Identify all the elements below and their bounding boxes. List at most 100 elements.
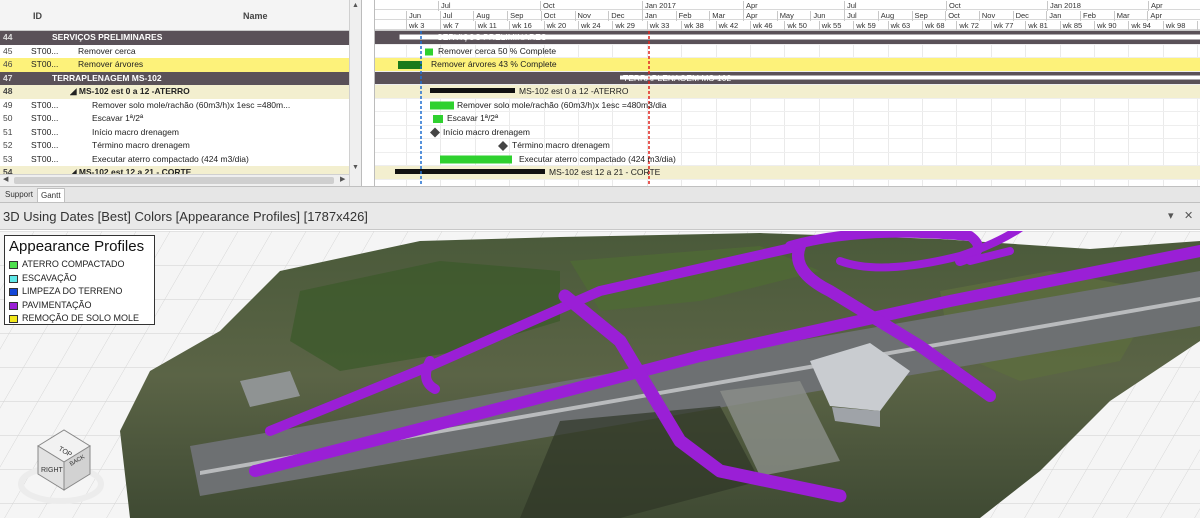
timescale-week: wk 85 [1059,21,1082,31]
task-name[interactable]: Executar aterro compactado (424 m3/dia) [92,153,348,166]
task-name[interactable]: Escavar 1ª/2ª [92,112,348,125]
task-id: ST00... [31,126,59,137]
gantt-chart[interactable]: Jul Oct Jan 2017 Apr Jul Oct Jan 2018 Apr Jun Ju… [374,0,1200,186]
timescale-week: wk 24 [578,21,601,31]
row-number: 44 [3,32,13,42]
task-bar[interactable] [398,61,422,69]
task-id: ST00... [31,99,59,110]
gantt-bar-label: Executar aterro compactado (424 m3/dia) [519,153,676,164]
timescale-week: wk 90 [1094,21,1117,31]
legend-label: PAVIMENTAÇÃO [22,299,92,310]
row-number: 48 [3,86,13,96]
table-horizontal-scrollbar[interactable]: ◀ ▶ [0,174,349,186]
tab-support[interactable]: Support [2,188,36,202]
timescale-week: wk 33 [646,21,669,31]
table-row[interactable]: 52 ST00... Término macro drenagem [0,139,360,153]
task-table: ID Name 44 SERVIÇOS PRELIMINARES 45 ST00...… [0,0,362,186]
timescale-week: wk 72 [956,21,979,31]
gantt-timescale: Jul Oct Jan 2017 Apr Jul Oct Jan 2018 Apr Jun Ju… [375,0,1200,31]
milestone-diamond[interactable] [430,127,440,138]
timescale-week: wk 50 [784,21,807,31]
table-row[interactable]: 51 ST00... Início macro drenagem [0,126,360,140]
table-row[interactable]: 48 ◢ MS-102 est 0 a 12 -ATERRO [0,85,360,99]
legend-title: Appearance Profiles [9,238,145,255]
task-name[interactable]: Remover árvores [78,58,348,71]
task-id: ST00... [31,45,59,56]
task-id: ST00... [31,59,59,69]
task-name[interactable]: Remover solo mole/rachão (60m3/h)x 1esc … [92,99,348,112]
row-number: 51 [3,126,13,137]
legend-label: ATERRO COMPACTADO [22,259,125,269]
task-name[interactable]: ◢ MS-102 est 0 a 12 -ATERRO [70,85,348,98]
task-bar[interactable] [440,155,512,164]
milestone-diamond[interactable] [498,141,508,151]
gantt-bar-label: TERRAPLENAGEM MS-102 [623,72,732,83]
timescale-week: wk 46 [750,21,773,31]
task-name[interactable]: TERRAPLENAGEM MS-102 [52,72,348,85]
task-name[interactable]: SERVIÇOS PRELIMINARES [52,31,348,44]
timescale-week: wk 81 [1025,21,1048,31]
table-row[interactable]: 53 ST00... Executar aterro compactado (424… [0,153,360,167]
column-header-name[interactable]: Name [243,11,268,21]
task-name[interactable]: Término macro drenagem [92,139,348,152]
gantt-bar-label: MS-102 est 0 a 12 -ATERRO [519,86,629,96]
legend-label: LIMPEZA DO TERRENO [22,286,123,296]
task-bar[interactable] [433,115,443,123]
legend-label: REMOÇÃO DE SOLO MOLE [22,313,140,323]
timescale-week: wk 38 [681,21,704,31]
scroll-down-icon[interactable]: ▼ [352,164,359,171]
view-cube[interactable]: TOP RIGHT BACK [16,424,106,510]
task-name[interactable]: Remover cerca [78,45,348,58]
timescale-week: wk 16 [509,21,532,31]
timescale-week: wk 98 [1162,21,1185,31]
legend-swatch [9,261,18,269]
view-title: 3D Using Dates [Best] Colors [Appearance… [3,209,368,224]
table-row[interactable]: 47 TERRAPLENAGEM MS-102 [0,71,360,85]
table-row[interactable]: 46 ST00... Remover árvores [0,58,360,72]
pin-icon[interactable]: ▾ [1168,209,1174,222]
bottom-tabs: Support Gantt [0,186,1200,203]
gantt-bar-label: Escavar 1ª/2ª [447,113,499,123]
gantt-bar-label: Início macro drenagem [443,126,530,137]
timescale-week: wk 77 [990,21,1013,31]
row-number: 46 [3,59,13,69]
task-id: ST00... [31,113,59,123]
task-bar[interactable] [430,101,454,110]
task-bar[interactable] [425,48,433,56]
legend-swatch [9,301,18,310]
tab-gantt[interactable]: Gantt [37,188,65,202]
timescale-week: wk 68 [922,21,945,31]
gantt-bar-label: Remover cerca 50 % Complete [438,45,557,56]
table-row[interactable]: 45 ST00... Remover cerca [0,45,360,59]
column-header-id[interactable]: ID [33,11,42,21]
legend-swatch [9,315,18,323]
timescale-week: wk 7 [440,21,459,31]
legend-label: ESCAVAÇÃO [22,272,77,283]
timescale-week: wk 63 [887,21,910,31]
gantt-bar-label: MS-102 est 12 a 21 - CORTE [549,167,661,177]
row-number: 49 [3,99,13,110]
row-number: 50 [3,113,13,123]
scroll-right-icon[interactable]: ▶ [340,175,345,183]
timescale-week: wk 3 [406,21,424,31]
timescale-week: wk 94 [1128,21,1151,31]
3d-scene[interactable] [0,231,1200,518]
timescale-week: wk 59 [853,21,876,31]
table-row[interactable]: 50 ST00... Escavar 1ª/2ª [0,112,360,126]
row-number: 47 [3,72,13,83]
table-row[interactable]: 44 SERVIÇOS PRELIMINARES [0,31,360,45]
summary-bar[interactable] [430,88,515,93]
3d-viewport[interactable] [0,231,1200,518]
timescale-week: wk 11 [474,21,497,31]
summary-bar[interactable] [395,169,545,174]
task-name[interactable]: Início macro drenagem [92,126,348,139]
close-icon[interactable]: ✕ [1184,209,1193,222]
row-number: 52 [3,140,13,150]
gantt-bar-label: Remover árvores 43 % Complete [431,59,557,69]
table-vertical-scrollbar[interactable]: ▲ ▼ [349,0,361,186]
scroll-left-icon[interactable]: ◀ [3,175,8,183]
scroll-thumb[interactable] [14,177,334,184]
table-row[interactable]: 49 ST00... Remover solo mole/rachão (60m3/… [0,99,360,113]
task-id: ST00... [31,153,59,164]
scroll-up-icon[interactable]: ▲ [352,2,359,9]
